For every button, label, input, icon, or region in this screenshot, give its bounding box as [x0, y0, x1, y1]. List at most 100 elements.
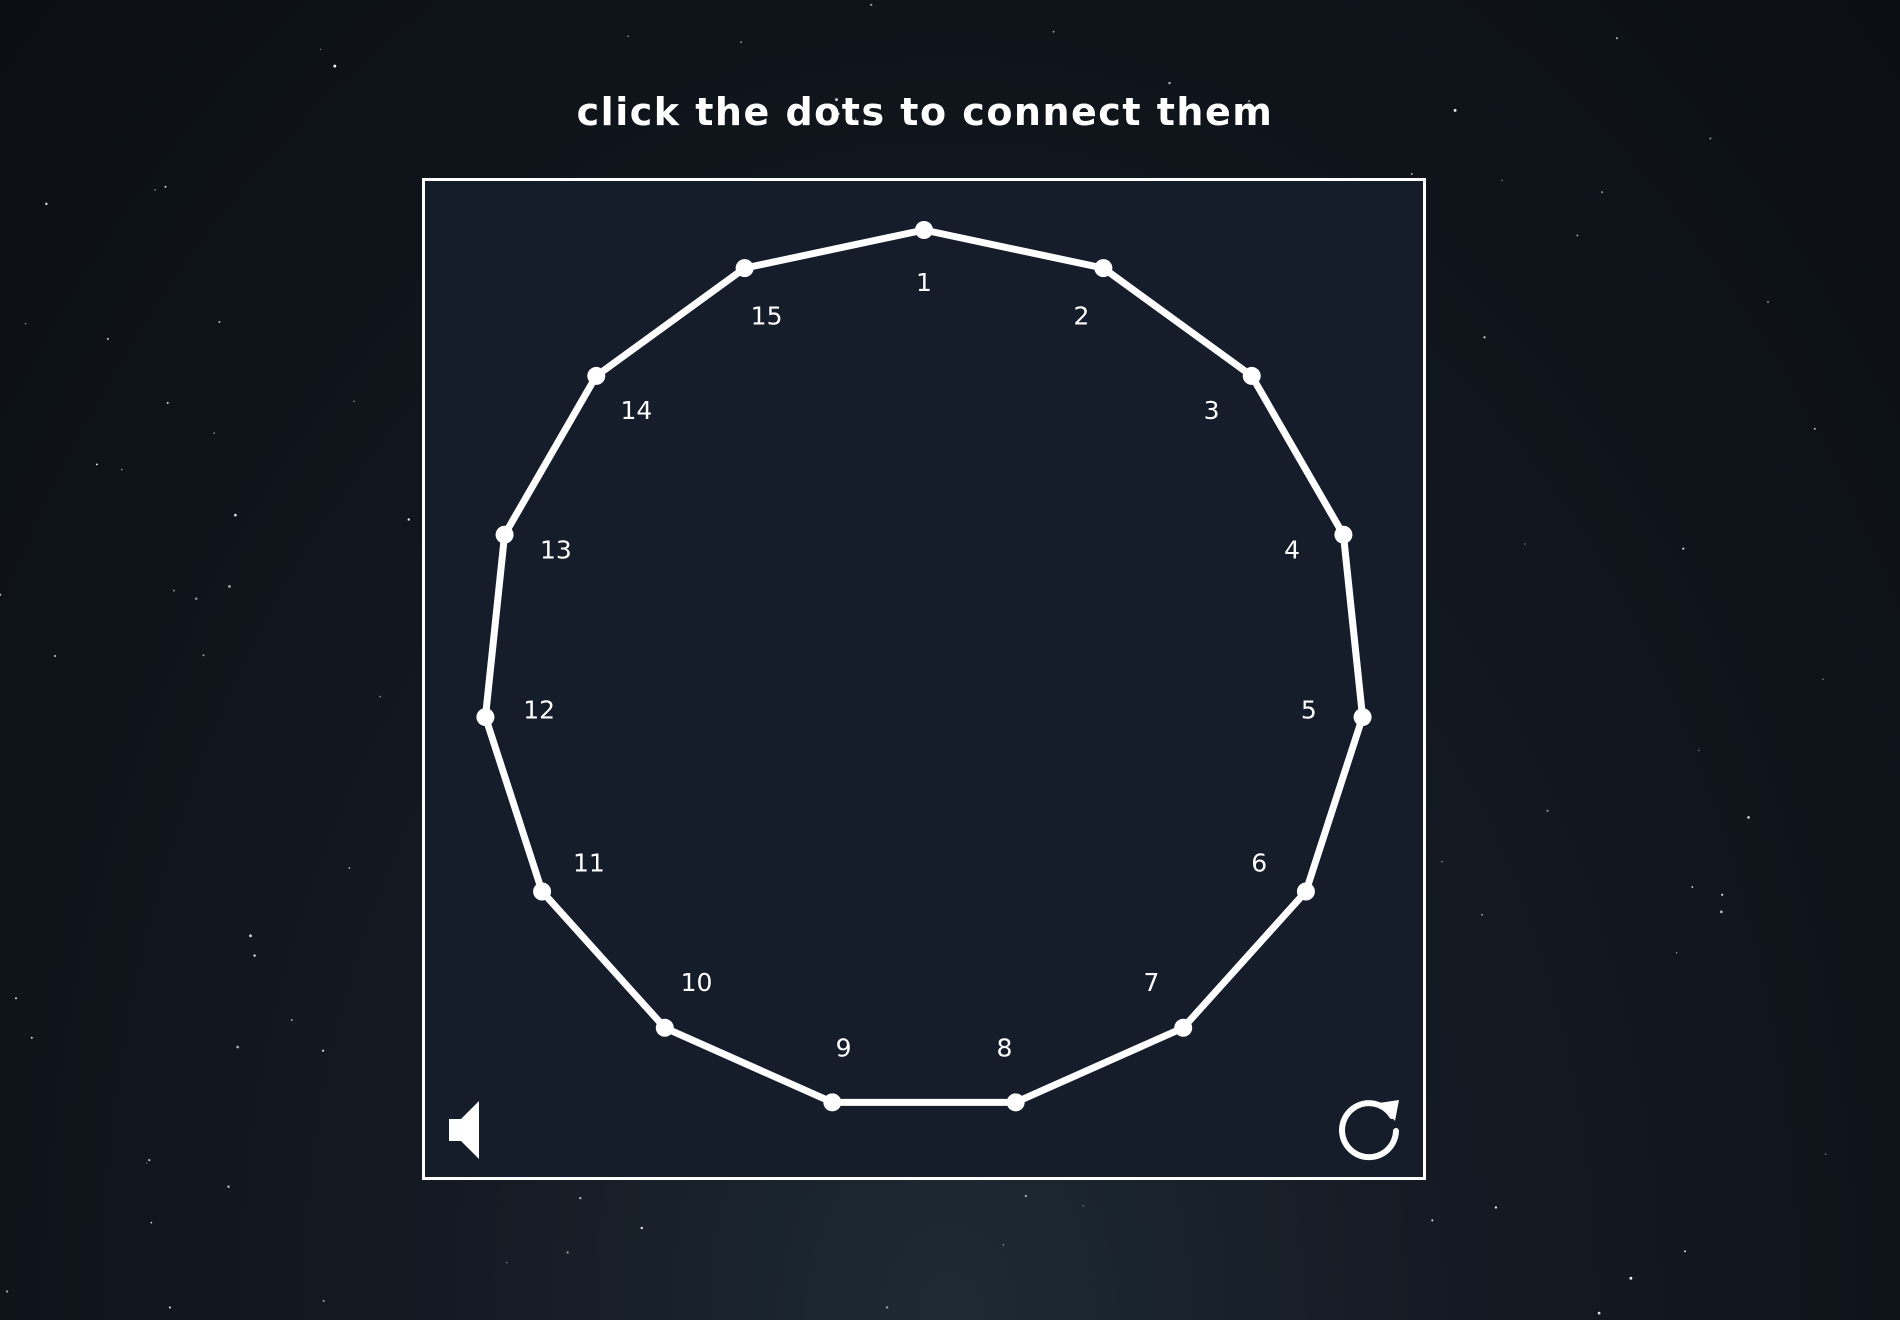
connection-line-10-11	[538, 888, 669, 1032]
star	[166, 401, 169, 404]
star	[218, 321, 221, 323]
star	[579, 1196, 582, 1200]
star	[168, 1306, 171, 1309]
star	[253, 954, 256, 957]
star	[1721, 893, 1724, 896]
dot-label-7: 7	[1144, 968, 1160, 997]
restart-button[interactable]	[1335, 1091, 1405, 1161]
star	[5, 1290, 9, 1293]
connection-line-6-7	[1179, 888, 1310, 1032]
dot-8[interactable]	[1006, 1093, 1025, 1112]
dot-label-6: 6	[1251, 849, 1267, 878]
dot-label-15: 15	[751, 301, 783, 330]
connection-line-7-8	[1012, 1024, 1187, 1106]
dot-label-9: 9	[836, 1034, 852, 1063]
star	[1501, 179, 1503, 182]
star	[172, 589, 175, 592]
star	[1824, 1153, 1827, 1155]
star	[45, 202, 48, 206]
restart-icon	[1339, 1100, 1399, 1161]
star	[1481, 914, 1483, 916]
dot-7[interactable]	[1174, 1018, 1193, 1037]
dot-puzzle-canvas: 123456789101112131415	[476, 221, 1372, 1112]
star	[1747, 816, 1750, 819]
dot-6[interactable]	[1296, 882, 1315, 901]
dot-label-10: 10	[681, 968, 713, 997]
star	[1684, 1250, 1686, 1253]
dot-label-13: 13	[540, 535, 572, 564]
dot-5[interactable]	[1353, 708, 1372, 727]
star	[145, 1162, 148, 1164]
connection-line-5-6	[1302, 713, 1367, 895]
dot-10[interactable]	[655, 1018, 674, 1037]
connection-line-14-15	[592, 264, 749, 380]
star	[1052, 30, 1055, 33]
star	[1822, 678, 1824, 680]
star	[54, 655, 56, 657]
dot-label-11: 11	[573, 849, 605, 878]
star	[234, 513, 237, 517]
connection-line-4-5	[1339, 531, 1367, 721]
dot-label-12: 12	[523, 695, 555, 724]
star	[407, 518, 411, 521]
dot-14[interactable]	[587, 366, 606, 385]
dot-labels-group: 123456789101112131415	[523, 268, 1317, 1063]
speaker-icon	[449, 1101, 479, 1159]
star	[227, 1185, 230, 1188]
star	[1629, 1276, 1633, 1280]
sound-toggle-button[interactable]	[445, 1095, 505, 1165]
star	[333, 64, 337, 68]
star	[353, 400, 355, 402]
star	[1546, 809, 1549, 812]
dot-9[interactable]	[823, 1093, 842, 1112]
dot-1[interactable]	[915, 221, 933, 239]
star	[1002, 1244, 1005, 1246]
star	[1691, 886, 1694, 888]
star	[290, 1019, 293, 1022]
connected-lines	[481, 226, 1367, 1106]
dot-2[interactable]	[1094, 259, 1113, 278]
star	[1483, 336, 1486, 339]
star	[885, 1306, 889, 1309]
dot-11[interactable]	[533, 882, 552, 901]
star	[24, 323, 27, 325]
star	[566, 1251, 569, 1254]
star	[194, 597, 198, 600]
star	[164, 185, 167, 188]
dot-12[interactable]	[476, 708, 495, 727]
star	[1024, 1194, 1027, 1198]
star	[1709, 137, 1712, 140]
star	[154, 189, 156, 191]
dot-15[interactable]	[735, 259, 754, 278]
star	[1441, 860, 1443, 863]
star	[322, 1300, 325, 1302]
star	[1576, 234, 1579, 237]
dot-label-4: 4	[1284, 535, 1300, 564]
connection-line-2-3	[1099, 264, 1256, 380]
dot-label-8: 8	[997, 1034, 1013, 1063]
star	[0, 593, 2, 596]
star	[1168, 81, 1171, 85]
star	[627, 35, 629, 37]
star	[148, 1158, 151, 1162]
star	[1524, 543, 1526, 545]
dot-3[interactable]	[1242, 366, 1261, 385]
puzzle-board: 1 2 3 4 5 6 7 8 9 10 11 12 13 14 15	[422, 178, 1426, 1180]
instruction-title: click the dots to connect them	[576, 90, 1274, 134]
star	[14, 997, 18, 1000]
dots-group	[476, 221, 1372, 1112]
connection-line-9-10	[661, 1024, 836, 1106]
star	[1601, 191, 1604, 194]
connection-line-11-12	[481, 713, 546, 895]
star	[640, 1226, 644, 1230]
star	[228, 584, 231, 588]
star	[150, 1221, 153, 1224]
dot-13[interactable]	[495, 525, 514, 544]
star	[1682, 547, 1685, 550]
star	[319, 48, 322, 51]
dot-label-14: 14	[620, 396, 652, 425]
dot-4[interactable]	[1334, 525, 1353, 544]
star	[1082, 1205, 1084, 1207]
star	[1494, 1206, 1497, 1209]
star	[1597, 1311, 1601, 1315]
